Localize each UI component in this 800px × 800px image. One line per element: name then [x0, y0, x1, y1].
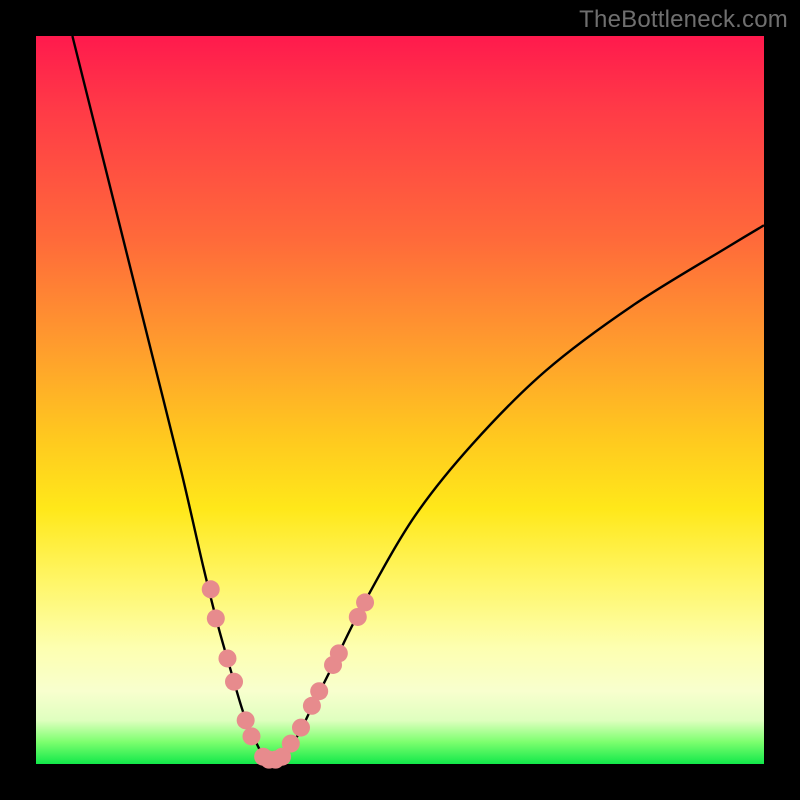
highlight-dot — [202, 580, 220, 598]
highlight-dot — [330, 644, 348, 662]
highlight-dot — [225, 673, 243, 691]
highlight-dot — [292, 719, 310, 737]
watermark-text: TheBottleneck.com — [579, 6, 788, 34]
highlight-dot — [282, 735, 300, 753]
highlight-dot — [310, 682, 328, 700]
highlight-dot — [218, 649, 236, 667]
highlight-dot — [356, 593, 374, 611]
highlight-markers — [202, 580, 374, 768]
highlight-dot — [242, 727, 260, 745]
highlight-dot — [207, 609, 225, 627]
plot-area — [36, 36, 764, 764]
bottleneck-curve — [72, 36, 764, 760]
highlight-dot — [237, 711, 255, 729]
curve-layer — [36, 36, 764, 764]
chart-frame: TheBottleneck.com — [0, 0, 800, 800]
